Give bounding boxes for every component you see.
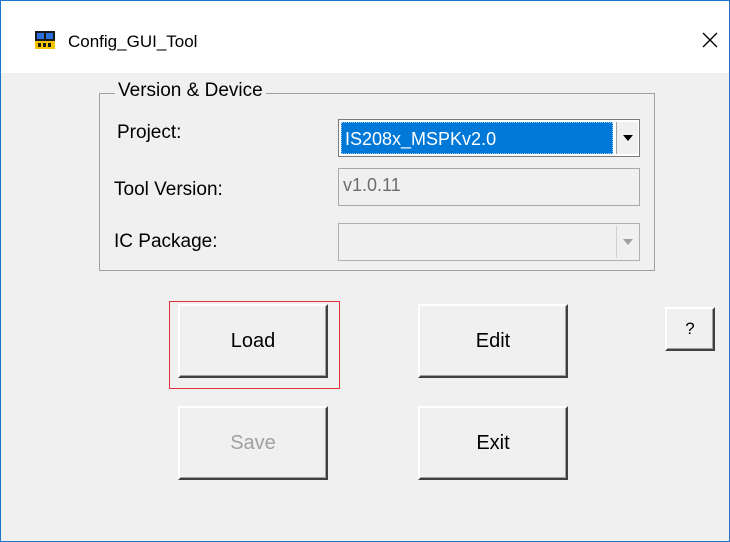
close-button[interactable] bbox=[693, 23, 727, 57]
window-title: Config_GUI_Tool bbox=[68, 32, 198, 51]
tool-version-field: v1.0.11 bbox=[338, 168, 640, 206]
close-icon bbox=[702, 32, 718, 48]
dialog-window: Config_GUI_Tool Version & Device Project… bbox=[0, 0, 730, 542]
help-button[interactable]: ? bbox=[665, 307, 715, 351]
ic-package-dropdown bbox=[338, 223, 640, 261]
chevron-down-icon bbox=[622, 239, 633, 245]
chevron-down-icon bbox=[622, 135, 633, 141]
group-legend: Version & Device bbox=[115, 80, 266, 102]
project-dropdown[interactable]: IS208x_MSPKv2.0 bbox=[338, 119, 640, 157]
config-tool-icon bbox=[35, 31, 55, 49]
title-bar[interactable]: Config_GUI_Tool bbox=[1, 1, 729, 73]
project-selected-value: IS208x_MSPKv2.0 bbox=[341, 122, 613, 154]
tool-version-label: Tool Version: bbox=[114, 179, 223, 200]
edit-button[interactable]: Edit bbox=[418, 304, 568, 378]
ic-package-dropdown-button bbox=[616, 226, 638, 258]
project-dropdown-button[interactable] bbox=[616, 122, 638, 154]
load-button[interactable]: Load bbox=[178, 304, 328, 378]
ic-package-label: IC Package: bbox=[114, 231, 218, 252]
save-button: Save bbox=[178, 406, 328, 480]
exit-button[interactable]: Exit bbox=[418, 406, 568, 480]
project-label: Project: bbox=[117, 122, 182, 143]
